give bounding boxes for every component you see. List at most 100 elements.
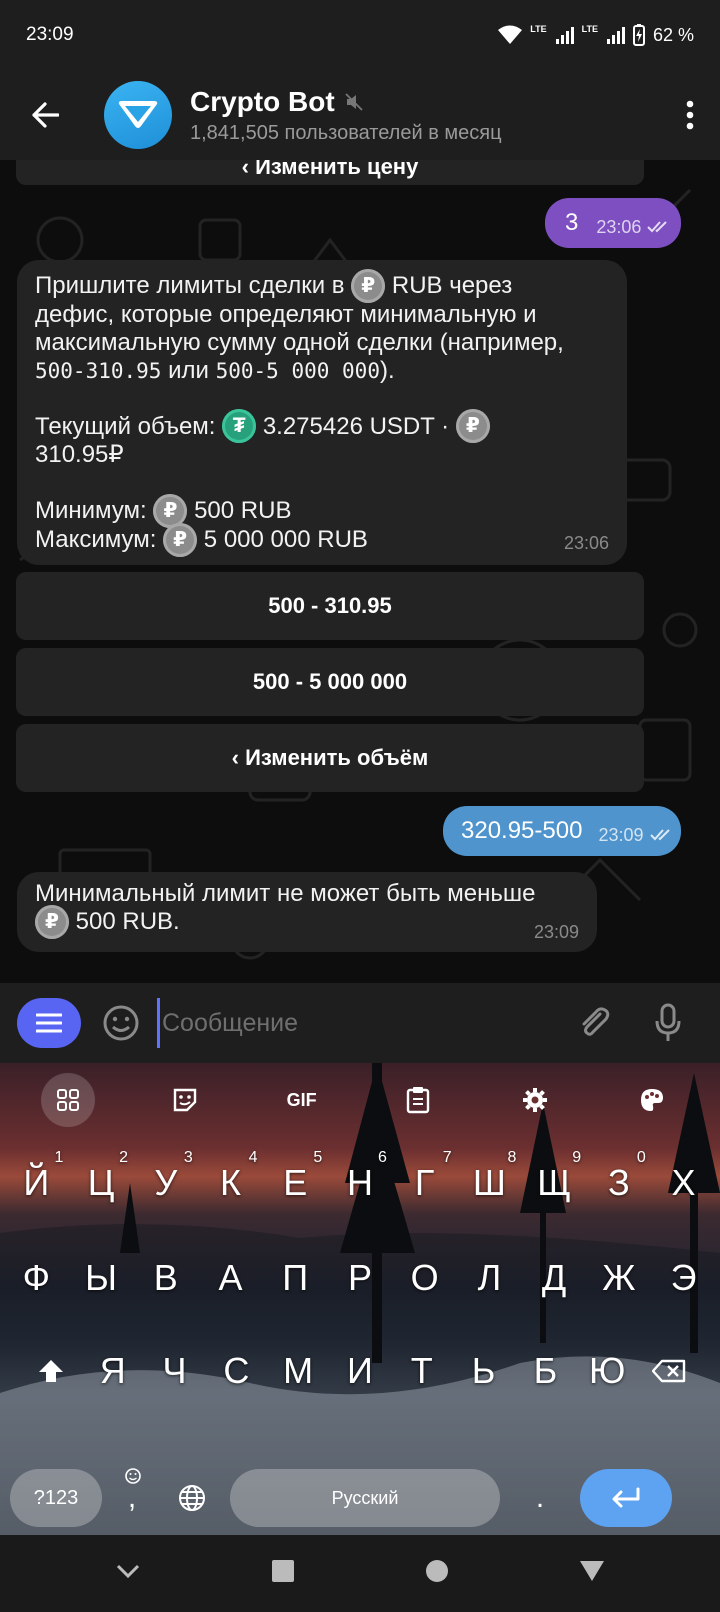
key[interactable]: М	[267, 1331, 329, 1411]
code-span: 500-310.95	[35, 358, 162, 383]
chevron-down-icon	[116, 1564, 140, 1579]
circle-icon	[426, 1560, 448, 1582]
attach-button[interactable]	[572, 1001, 616, 1045]
text-span: Пришлите лимиты сделки в	[35, 272, 345, 299]
clipboard-button[interactable]	[391, 1073, 445, 1127]
keyboard-apps-button[interactable]	[41, 1073, 96, 1127]
incoming-message[interactable]: Минимальный лимит не может быть меньше ₽…	[17, 872, 597, 952]
key-label: Х	[671, 1162, 696, 1203]
limit-option-button-1[interactable]: 500 - 310.95	[16, 572, 644, 640]
message-line: Пришлите лимиты сделки в ₽ RUB через	[35, 268, 609, 303]
key[interactable]: Б	[515, 1331, 577, 1411]
hide-keyboard-button[interactable]	[115, 1563, 141, 1584]
key[interactable]: Ы	[70, 1238, 132, 1318]
language-key[interactable]	[162, 1484, 222, 1512]
backspace-key[interactable]	[638, 1331, 700, 1411]
outgoing-message[interactable]: 3 23:06	[545, 198, 681, 248]
key-hint: 3	[183, 1149, 193, 1166]
key-hint: 5	[313, 1149, 323, 1166]
enter-icon	[612, 1487, 640, 1508]
message-line: Максимум: ₽ 5 000 000 RUB	[35, 522, 609, 557]
back-nav-button[interactable]	[579, 1560, 605, 1587]
key[interactable]: О	[394, 1238, 456, 1318]
key[interactable]: Щ9	[523, 1143, 585, 1223]
status-time: 23:09	[26, 24, 74, 45]
emoji-button[interactable]	[101, 1003, 141, 1043]
limit-option-button-2[interactable]: 500 - 5 000 000	[16, 648, 644, 716]
recents-button[interactable]	[271, 1559, 295, 1588]
sticker-button[interactable]	[158, 1073, 212, 1127]
enter-key[interactable]	[580, 1469, 672, 1527]
key[interactable]: Й1	[5, 1143, 67, 1223]
key-hint: 8	[507, 1149, 517, 1166]
more-vertical-icon	[686, 100, 694, 130]
key[interactable]: К4	[200, 1143, 262, 1223]
key-label: У	[154, 1162, 178, 1203]
button-label: 500 - 310.95	[268, 593, 392, 618]
message-input[interactable]: Сообщение	[157, 998, 572, 1048]
text-span: Текущий объем:	[35, 412, 216, 440]
key[interactable]: Д	[523, 1238, 585, 1318]
key[interactable]: А	[200, 1238, 262, 1318]
change-price-button[interactable]: ‹ Изменить цену	[16, 160, 644, 185]
incoming-message[interactable]: Пришлите лимиты сделки в ₽ RUB через деф…	[17, 260, 627, 565]
emoji-hint-icon	[125, 1468, 141, 1484]
symbols-key[interactable]: ?123	[10, 1469, 102, 1527]
key[interactable]: П	[264, 1238, 326, 1318]
chat-title-text: Crypto Bot	[190, 85, 335, 117]
grid-icon	[57, 1089, 80, 1111]
change-price-label: ‹ Изменить цену	[241, 160, 419, 179]
keyboard-row-2: ФЫВАПРОЛДЖЭ	[0, 1238, 720, 1318]
key[interactable]: Э	[653, 1238, 715, 1318]
key[interactable]: Т	[391, 1331, 453, 1411]
text-span: Минимум:	[35, 497, 147, 525]
message-line: Текущий объем: ₮ 3.275426 USDT · ₽	[35, 409, 609, 444]
key[interactable]: Л	[458, 1238, 520, 1318]
code-span: 500-5 000 000	[215, 358, 380, 383]
key[interactable]: Н6	[329, 1143, 391, 1223]
key[interactable]: Х	[653, 1143, 715, 1223]
theme-button[interactable]	[625, 1073, 679, 1127]
gif-button[interactable]: GIF	[275, 1073, 329, 1127]
key[interactable]: Ц2	[70, 1143, 132, 1223]
key[interactable]: Р	[329, 1238, 391, 1318]
outgoing-message[interactable]: 320.95-500 23:09	[443, 806, 681, 856]
comma-key[interactable]: ,	[102, 1468, 162, 1515]
tether-coin-icon: ₮	[222, 409, 257, 444]
message-text: 320.95-500	[461, 817, 583, 844]
key[interactable]: Е5	[264, 1143, 326, 1223]
space-key[interactable]: Русский	[230, 1469, 500, 1527]
more-options-button[interactable]	[660, 70, 720, 160]
message-line: 310.95₽	[35, 441, 124, 469]
key[interactable]: Ь	[453, 1331, 515, 1411]
shift-key[interactable]	[20, 1331, 82, 1411]
chat-area[interactable]: ‹ Изменить цену 3 23:06 Пришлите лимиты …	[0, 160, 720, 983]
back-button[interactable]	[0, 70, 90, 160]
key[interactable]: З0	[588, 1143, 650, 1223]
key[interactable]: Ж	[588, 1238, 650, 1318]
microphone-icon	[655, 1003, 681, 1041]
key[interactable]: Ч	[144, 1331, 206, 1411]
text-span: RUB через	[391, 272, 513, 299]
key[interactable]: Ф	[5, 1238, 67, 1318]
square-icon	[272, 1560, 294, 1582]
key-hint: 2	[119, 1149, 129, 1166]
keyboard-settings-button[interactable]	[508, 1073, 562, 1127]
key[interactable]: И	[329, 1331, 391, 1411]
key[interactable]: С	[205, 1331, 267, 1411]
key[interactable]: Ш8	[458, 1143, 520, 1223]
microphone-button[interactable]	[646, 1001, 690, 1045]
message-time: 23:09	[598, 824, 644, 845]
key[interactable]: Ю	[576, 1331, 638, 1411]
chat-title-block[interactable]: Crypto Bot 1,841,505 пользователей в мес…	[190, 86, 660, 145]
key[interactable]: В	[135, 1238, 197, 1318]
bot-avatar[interactable]	[104, 81, 172, 149]
home-button[interactable]	[425, 1559, 449, 1588]
key[interactable]: Г7	[394, 1143, 456, 1223]
key[interactable]: У3	[135, 1143, 197, 1223]
double-check-icon	[647, 221, 668, 233]
key[interactable]: Я	[82, 1331, 144, 1411]
bot-menu-button[interactable]	[17, 998, 81, 1048]
period-key[interactable]: .	[500, 1481, 580, 1515]
change-volume-button[interactable]: ‹ Изменить объём	[16, 724, 644, 792]
